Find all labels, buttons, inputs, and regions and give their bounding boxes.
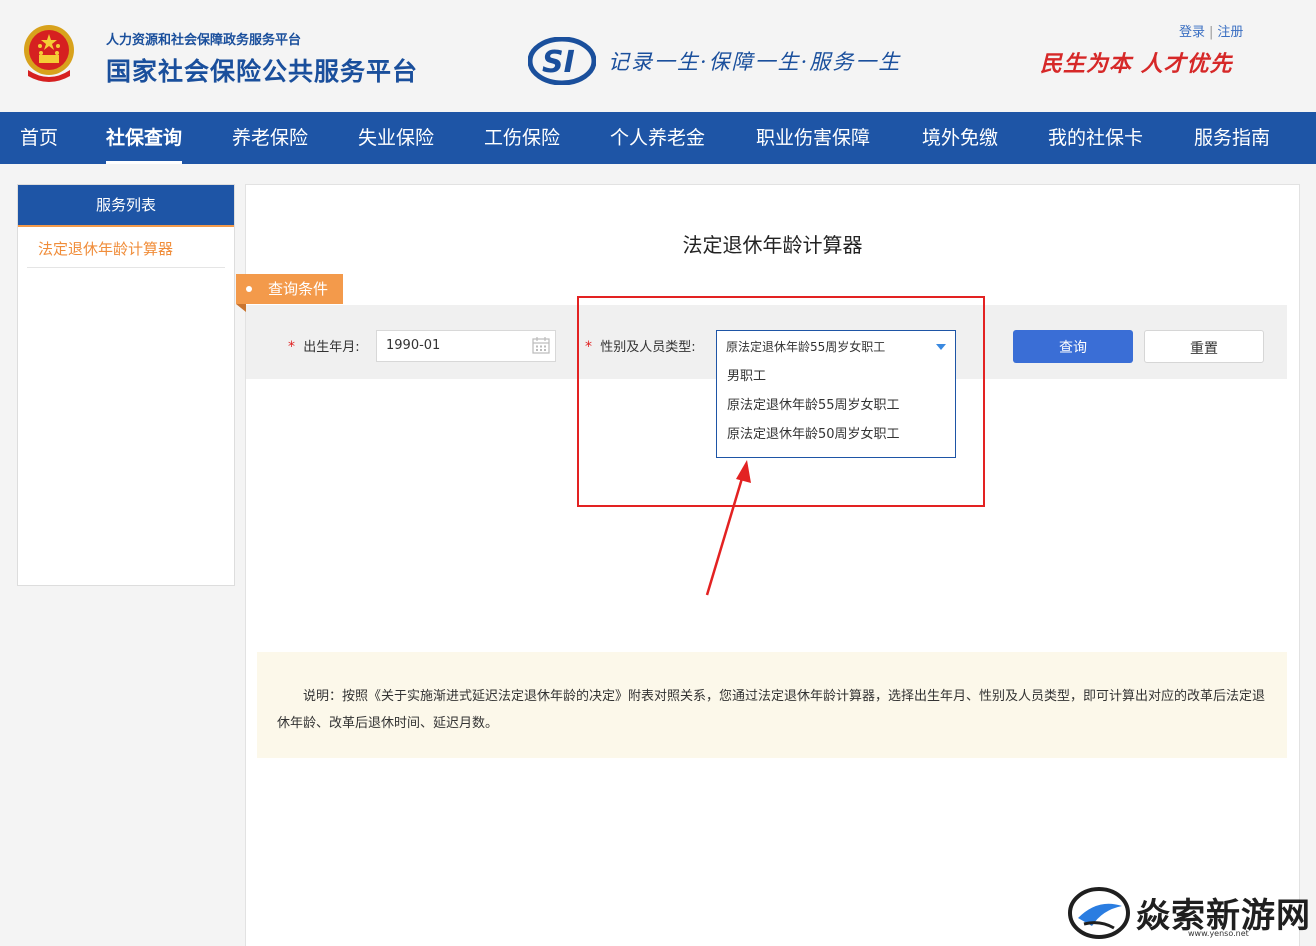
condition-tag-label: 查询条件	[268, 280, 329, 298]
nav-item-unemployment[interactable]: 失业保险	[358, 112, 434, 164]
motto: 民生为本 人才优先	[1040, 51, 1233, 77]
login-link[interactable]: 登录	[1179, 25, 1205, 40]
sidebar-title: 服务列表	[18, 185, 234, 227]
national-emblem-icon	[24, 25, 74, 82]
main-panel: 法定退休年龄计算器 查询条件 * 出生年月: 1990-01 * 性别及人员类型…	[236, 184, 1300, 946]
calendar-icon[interactable]	[532, 337, 550, 354]
nav-item-guide[interactable]: 服务指南	[1194, 112, 1270, 164]
reset-button[interactable]: 重置	[1144, 330, 1264, 363]
nav-item-my-card[interactable]: 我的社保卡	[1048, 112, 1143, 164]
site-header: 人力资源和社会保障政务服务平台 国家社会保险公共服务平台 SI 记录一生·保障一…	[0, 0, 1316, 112]
platform-subtitle: 人力资源和社会保障政务服务平台	[106, 33, 302, 48]
explanation-text: 说明：按照《关于实施渐进式延迟法定退休年龄的决定》附表对照关系，您通过法定退休年…	[277, 689, 1266, 731]
nav-item-home[interactable]: 首页	[20, 112, 58, 164]
nav-item-occupational-injury[interactable]: 职业伤害保障	[756, 112, 870, 164]
annotation-highlight-box	[577, 296, 985, 507]
explanation-note: 说明：按照《关于实施渐进式延迟法定退休年龄的决定》附表对照关系，您通过法定退休年…	[257, 652, 1287, 758]
tag-fold-icon	[236, 304, 246, 312]
nav-item-work-injury[interactable]: 工伤保险	[484, 112, 560, 164]
required-mark: *	[288, 339, 295, 355]
service-sidebar: 服务列表 法定退休年龄计算器	[17, 184, 235, 586]
birth-label: * 出生年月:	[288, 336, 360, 355]
nav-item-pension[interactable]: 养老保险	[232, 112, 308, 164]
nav-item-overseas-exemption[interactable]: 境外免缴	[922, 112, 998, 164]
bullet-icon	[246, 286, 252, 292]
sidebar-item-retirement-calculator[interactable]: 法定退休年龄计算器	[27, 227, 225, 268]
page-title: 法定退休年龄计算器	[682, 233, 863, 257]
watermark-url: www.yenso.net	[1188, 929, 1249, 938]
register-link[interactable]: 注册	[1217, 25, 1243, 40]
condition-tag: 查询条件	[236, 274, 343, 312]
birth-label-text: 出生年月:	[303, 340, 360, 355]
nav-item-personal-pension[interactable]: 个人养老金	[610, 112, 705, 164]
query-button[interactable]: 查询	[1013, 330, 1133, 363]
birth-date-value: 1990-01	[386, 338, 441, 353]
platform-title: 国家社会保险公共服务平台	[106, 57, 419, 86]
auth-separator: |	[1209, 25, 1214, 40]
auth-links: 登录 | 注册	[1179, 21, 1243, 40]
svg-text:SI: SI	[542, 45, 575, 80]
social-insurance-logo-icon: SI	[528, 37, 596, 85]
slogan: 记录一生·保障一生·服务一生	[608, 50, 902, 74]
birth-date-input[interactable]: 1990-01	[376, 330, 556, 362]
nav-item-social-query[interactable]: 社保查询	[106, 112, 183, 164]
main-nav: 首页 社保查询 养老保险 失业保险 工伤保险 个人养老金 职业伤害保障 境外免缴…	[0, 112, 1316, 164]
